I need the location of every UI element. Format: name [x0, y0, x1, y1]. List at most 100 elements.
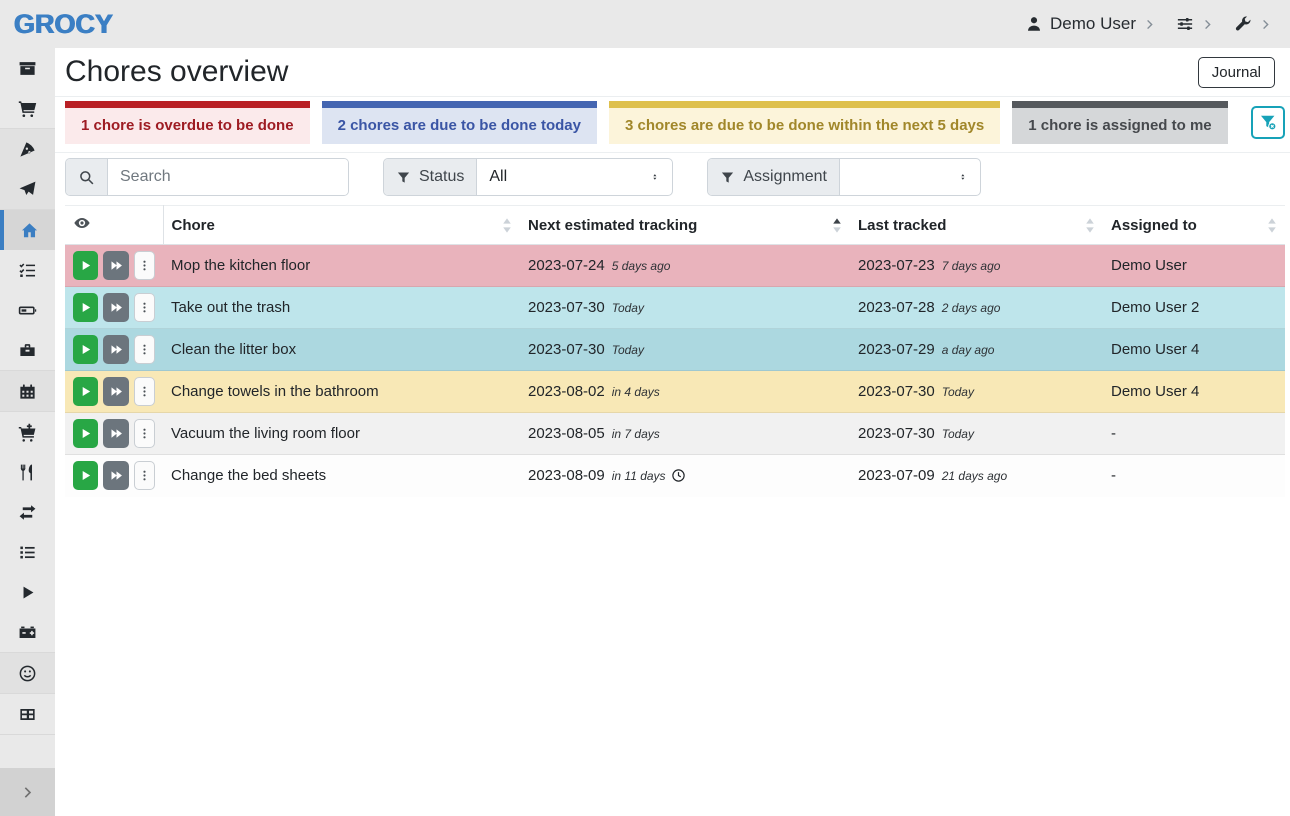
status-select[interactable]: All: [477, 159, 672, 195]
skip-chore-button[interactable]: [103, 293, 128, 322]
chore-row-menu-button[interactable]: [134, 419, 155, 448]
fast-forward-icon: [109, 258, 124, 273]
sidebar-item-calendar[interactable]: [0, 371, 55, 411]
sort-icon: [1267, 217, 1277, 234]
skip-chore-button[interactable]: [103, 461, 128, 490]
assigned-to: Demo User 4: [1111, 341, 1199, 358]
tasks-icon: [18, 261, 37, 280]
chore-name: Change the bed sheets: [171, 467, 326, 484]
sidebar-item-chores-overview[interactable]: [0, 210, 55, 250]
banner-secondary[interactable]: 1 chore is assigned to me: [1012, 101, 1227, 144]
sliders-icon: [1176, 15, 1194, 33]
skip-chore-button[interactable]: [103, 251, 128, 280]
status-filter-label: Status: [384, 159, 477, 195]
banner-info[interactable]: 2 chores are due to be done today: [322, 101, 597, 144]
fast-forward-icon: [109, 384, 124, 399]
paper-plane-icon: [18, 180, 37, 199]
sidebar-item-inventory[interactable]: [0, 532, 55, 572]
user-menu[interactable]: Demo User: [1025, 14, 1156, 34]
chore-row-menu-button[interactable]: [134, 251, 155, 280]
last-tracked-relative: 7 days ago: [942, 259, 1001, 273]
clear-filter-button[interactable]: [1251, 106, 1285, 139]
ellipsis-vertical-icon: [138, 385, 151, 398]
sidebar-item-battery-tracking[interactable]: [0, 612, 55, 652]
pizza-icon: [18, 140, 37, 159]
app-logo[interactable]: GROCY: [14, 9, 113, 40]
sidebar-group: [0, 694, 55, 735]
stock-icon: [18, 59, 37, 78]
last-tracked-relative: Today: [942, 385, 974, 399]
assignment-select[interactable]: [840, 159, 980, 195]
sidebar-item-stock-overview[interactable]: [0, 48, 55, 88]
chore-name: Mop the kitchen floor: [171, 257, 310, 274]
assignment-filter-group: Assignment: [707, 158, 981, 196]
sidebar-item-user-entities[interactable]: [0, 653, 55, 693]
search-group: [65, 158, 349, 196]
column-header-assigned-to[interactable]: Assigned to: [1103, 206, 1285, 245]
sidebar-item-batteries-overview[interactable]: [0, 290, 55, 330]
track-chore-button[interactable]: [73, 293, 98, 322]
next-tracking-date: 2023-07-24: [528, 257, 605, 274]
navbar-right: Demo User: [1025, 14, 1272, 34]
search-prepend: [66, 159, 108, 195]
skip-chore-button[interactable]: [103, 335, 128, 364]
play-icon: [78, 258, 93, 273]
sidebar-item-purchase[interactable]: [0, 412, 55, 452]
sidebar: [0, 48, 55, 816]
sidebar-item-tasks[interactable]: [0, 250, 55, 290]
wrench-icon: [1234, 15, 1252, 33]
top-navbar: GROCY Demo User: [0, 0, 1290, 48]
chevron-right-icon: [1143, 18, 1156, 31]
track-chore-button[interactable]: [73, 377, 98, 406]
chore-row-menu-button[interactable]: [134, 377, 155, 406]
column-header-visibility[interactable]: [65, 206, 163, 245]
sidebar-collapse-button[interactable]: [0, 768, 55, 816]
column-header-last-tracked[interactable]: Last tracked: [850, 206, 1103, 245]
chore-row-menu-button[interactable]: [134, 293, 155, 322]
settings-menu[interactable]: [1176, 15, 1214, 33]
fast-forward-icon: [109, 468, 124, 483]
play-icon: [78, 426, 93, 441]
last-tracked-relative: a day ago: [942, 343, 995, 357]
next-tracking-date: 2023-08-09: [528, 467, 605, 484]
skip-chore-button[interactable]: [103, 377, 128, 406]
chore-row: Clean the litter box2023-07-30Today2023-…: [65, 329, 1285, 371]
track-chore-button[interactable]: [73, 251, 98, 280]
column-header-chore[interactable]: Chore: [163, 206, 520, 245]
sidebar-item-equipment[interactable]: [0, 330, 55, 370]
last-tracked-date: 2023-07-29: [858, 341, 935, 358]
last-tracked-relative: 2 days ago: [942, 301, 1001, 315]
clock-icon: [671, 468, 686, 483]
banner-warning[interactable]: 3 chores are due to be done within the n…: [609, 101, 1000, 144]
search-input[interactable]: [108, 159, 348, 195]
chore-row-menu-button[interactable]: [134, 461, 155, 490]
chore-row-menu-button[interactable]: [134, 335, 155, 364]
status-banners: 1 chore is overdue to be done 2 chores ar…: [55, 97, 1290, 153]
sidebar-group: [0, 48, 55, 129]
banner-danger[interactable]: 1 chore is overdue to be done: [65, 101, 310, 144]
admin-menu[interactable]: [1234, 15, 1272, 33]
sidebar-item-recipes[interactable]: [0, 129, 55, 169]
ellipsis-vertical-icon: [138, 343, 151, 356]
last-tracked-date: 2023-07-30: [858, 383, 935, 400]
track-chore-button[interactable]: [73, 335, 98, 364]
assigned-to: Demo User 2: [1111, 299, 1199, 316]
assigned-to: Demo User 4: [1111, 383, 1199, 400]
track-chore-button[interactable]: [73, 419, 98, 448]
next-tracking-date: 2023-07-30: [528, 299, 605, 316]
sidebar-item-master-data[interactable]: [0, 694, 55, 734]
chevron-right-icon: [1201, 18, 1214, 31]
chore-row: Change towels in the bathroom2023-08-02i…: [65, 371, 1285, 413]
sidebar-item-meal-plan[interactable]: [0, 169, 55, 209]
journal-button[interactable]: Journal: [1198, 57, 1275, 88]
sidebar-item-consume[interactable]: [0, 452, 55, 492]
track-chore-button[interactable]: [73, 461, 98, 490]
skip-chore-button[interactable]: [103, 419, 128, 448]
column-header-next-estimated-tracking[interactable]: Next estimated tracking: [520, 206, 850, 245]
sidebar-item-shopping-list[interactable]: [0, 88, 55, 128]
main-content: Chores overview Journal 1 chore is overd…: [55, 0, 1290, 497]
sidebar-item-transfer[interactable]: [0, 492, 55, 532]
sidebar-item-chore-tracking[interactable]: [0, 572, 55, 612]
caret-updown-icon: [653, 170, 662, 185]
assigned-to: -: [1111, 425, 1116, 442]
